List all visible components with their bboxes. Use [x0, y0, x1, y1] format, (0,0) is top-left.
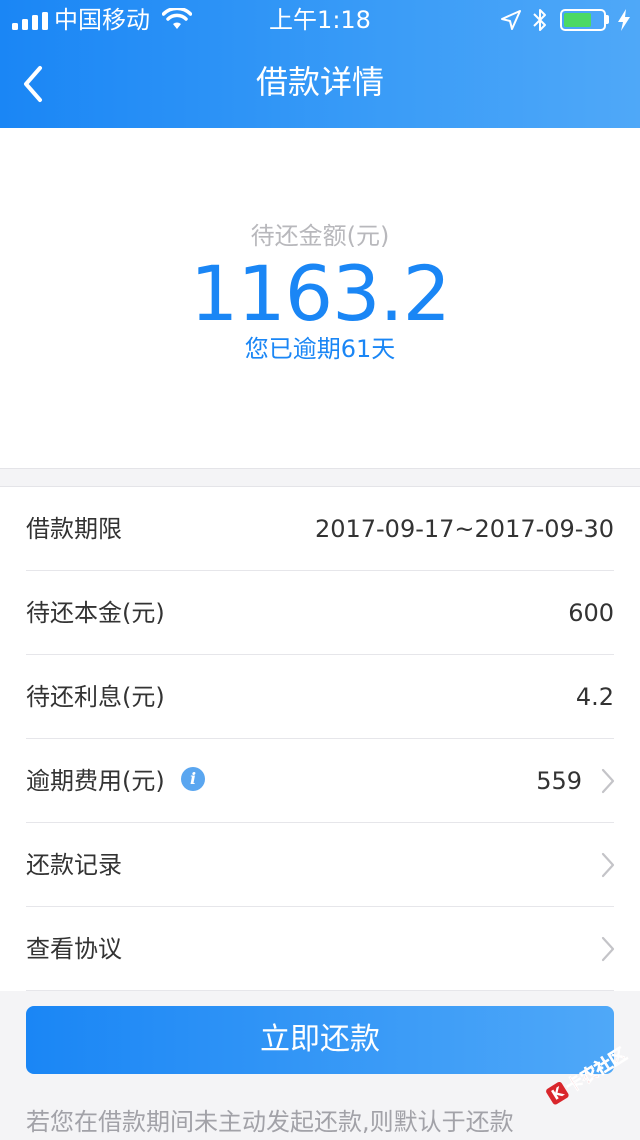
row-value: 2017-09-17~2017-09-30	[314, 515, 614, 543]
page-title: 借款详情	[255, 63, 384, 101]
watermark-text: 卡农社区	[562, 1044, 631, 1098]
row-value: 4.2	[575, 683, 614, 711]
row-principal: 待还本金(元) 600	[0, 571, 640, 655]
row-label: 逾期费用(元)	[26, 767, 165, 795]
repay-now-button[interactable]: 立即还款	[26, 1006, 614, 1074]
row-value: 559	[536, 767, 582, 795]
row-label: 待还本金(元)	[26, 599, 165, 627]
row-divider	[26, 990, 614, 991]
battery-level	[564, 13, 591, 27]
pending-amount-label: 待还金额(元)	[250, 222, 390, 250]
amount-summary: 待还金额(元) 1163.2 您已逾期61天	[0, 128, 640, 469]
row-repayment-records[interactable]: 还款记录	[0, 823, 640, 907]
row-label: 查看协议	[26, 935, 122, 963]
row-interest: 待还利息(元) 4.2	[0, 655, 640, 739]
status-bar: 中国移动 上午1:18	[0, 0, 640, 40]
row-view-agreement[interactable]: 查看协议	[0, 907, 640, 991]
row-label: 待还利息(元)	[26, 683, 165, 711]
pending-amount: 1163.2	[190, 249, 451, 338]
repayment-notice: 若您在借款期间未主动发起还款,则默认于还款	[26, 1108, 514, 1136]
row-overdue-fee[interactable]: 逾期费用(元) i 559	[0, 739, 640, 823]
bluetooth-icon	[533, 9, 546, 31]
overdue-status: 您已逾期61天	[244, 335, 396, 363]
location-arrow-icon	[501, 10, 521, 30]
loan-detail-list: 借款期限 2017-09-17~2017-09-30 待还本金(元) 600 待…	[0, 486, 640, 991]
top-bar: 中国移动 上午1:18 借款详情	[0, 0, 640, 128]
nav-bar: 借款详情	[0, 40, 640, 128]
row-loan-term: 借款期限 2017-09-17~2017-09-30	[0, 487, 640, 571]
charging-bolt-icon	[618, 9, 630, 31]
chevron-right-icon	[601, 852, 615, 878]
chevron-right-icon	[601, 768, 615, 794]
row-label: 还款记录	[26, 851, 122, 879]
battery-icon	[560, 9, 606, 31]
row-value: 600	[568, 599, 614, 627]
info-icon[interactable]: i	[181, 767, 205, 791]
row-label: 借款期限	[26, 515, 122, 543]
battery-tip	[606, 15, 609, 24]
forum-watermark-logo: K 卡农社区	[546, 1043, 631, 1105]
chevron-right-icon	[601, 936, 615, 962]
